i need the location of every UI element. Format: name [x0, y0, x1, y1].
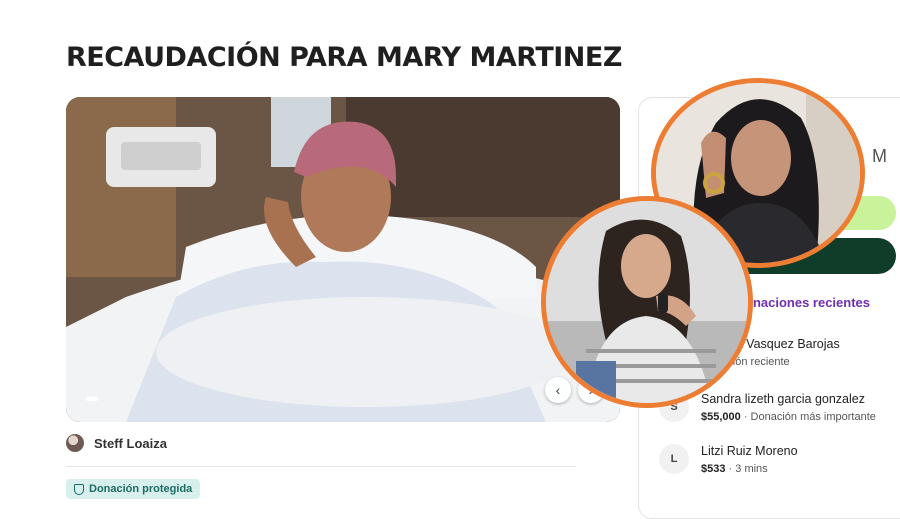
organizer-name: Steff Loaiza: [94, 435, 167, 451]
avatar: [66, 434, 84, 452]
recent-donations-heading[interactable]: onaciones recientes: [745, 295, 870, 310]
carousel-indicator: [86, 397, 98, 401]
protected-donation-badge[interactable]: Donación protegida: [66, 479, 201, 499]
badge-label: Donación protegida: [89, 483, 193, 495]
donor-name: Sandra lizeth garcia gonzalez: [701, 392, 865, 406]
hospital-patient-illustration: [66, 97, 620, 422]
donor-name: Litzi Ruiz Moreno: [701, 444, 798, 458]
avatar: L: [659, 444, 689, 474]
divider: [66, 466, 576, 467]
campaign-photo[interactable]: [66, 97, 620, 422]
shield-icon: [74, 483, 84, 495]
donation-meta: $533 · 3 mins: [701, 463, 768, 475]
chevron-left-icon: ‹: [555, 382, 561, 398]
influencer-video-circle: [541, 196, 753, 408]
organizer-row[interactable]: Steff Loaiza: [66, 434, 167, 452]
page-title: RECAUDACIÓN PARA MARY MARTINEZ: [66, 42, 622, 73]
donation-meta: $55,000 · Donación más importante: [701, 411, 876, 423]
woman-video-illustration: [546, 201, 748, 403]
carousel-prev-button[interactable]: ‹: [545, 377, 571, 403]
card-partial-text: M: [872, 146, 887, 166]
